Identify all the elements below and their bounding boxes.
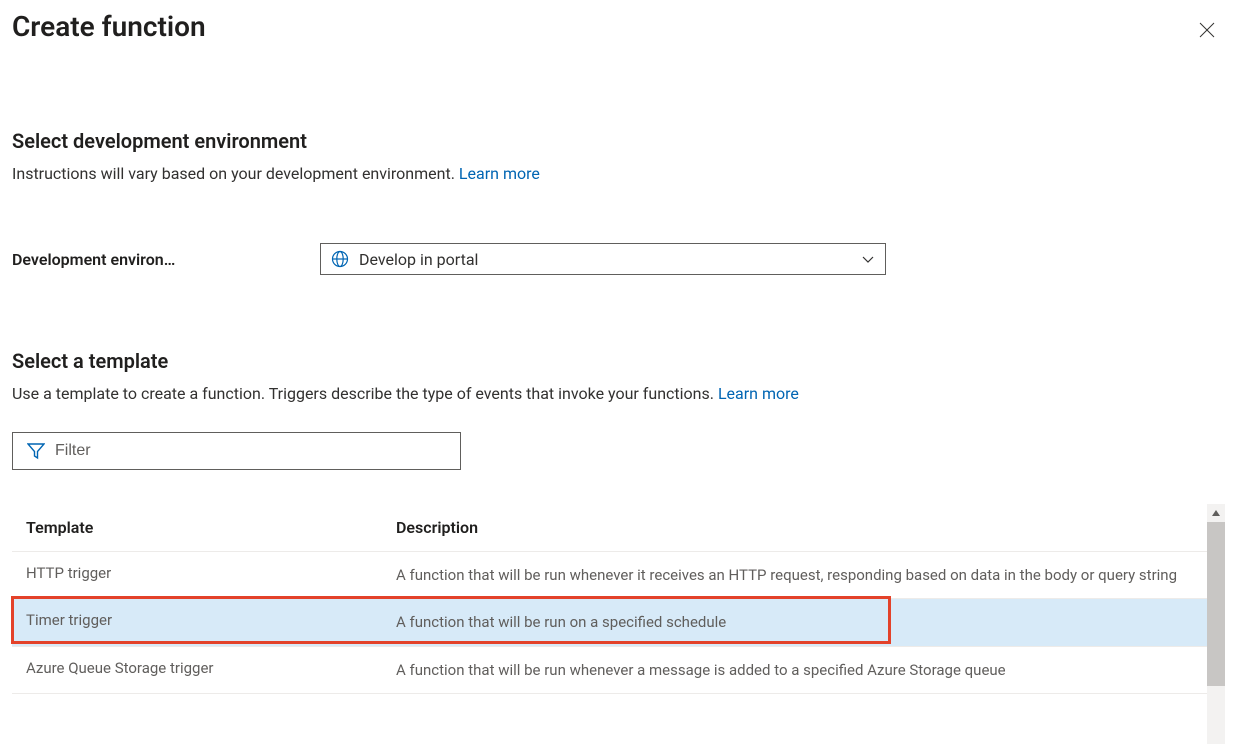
template-learn-more-link[interactable]: Learn more [718, 384, 799, 403]
dev-env-dropdown[interactable]: Develop in portal [320, 243, 886, 275]
dev-env-selected-value: Develop in portal [359, 250, 861, 269]
env-instruction-text: Instructions will vary based on your dev… [12, 164, 459, 183]
template-name: Timer trigger [26, 611, 396, 634]
page-title: Create function [12, 10, 206, 43]
template-section-heading: Select a template [12, 349, 1225, 373]
table-header-row: Template Description [12, 504, 1207, 552]
filter-box[interactable] [12, 432, 461, 470]
filter-icon [27, 442, 45, 460]
env-instruction: Instructions will vary based on your dev… [12, 163, 1225, 185]
triangle-up-icon [1211, 508, 1221, 518]
template-description: A function that will be run on a specifi… [396, 611, 1193, 634]
template-name: Azure Queue Storage trigger [26, 659, 396, 682]
template-table: Template Description HTTP triggerA funct… [12, 504, 1207, 695]
globe-icon [331, 250, 349, 268]
table-header-description[interactable]: Description [396, 518, 1193, 537]
template-description: A function that will be run whenever a m… [396, 659, 1193, 682]
template-instruction: Use a template to create a function. Tri… [12, 383, 1225, 405]
env-learn-more-link[interactable]: Learn more [459, 164, 540, 183]
template-instruction-text: Use a template to create a function. Tri… [12, 384, 718, 403]
filter-input[interactable] [55, 442, 446, 460]
table-row[interactable]: HTTP triggerA function that will be run … [12, 552, 1207, 600]
table-row[interactable]: Azure Queue Storage triggerA function th… [12, 647, 1207, 695]
chevron-down-icon [861, 252, 875, 266]
scrollbar[interactable] [1207, 504, 1225, 744]
close-icon [1199, 22, 1215, 38]
template-name: HTTP trigger [26, 564, 396, 587]
table-header-template[interactable]: Template [26, 518, 396, 537]
close-button[interactable] [1193, 16, 1221, 44]
env-section-heading: Select development environment [12, 129, 1225, 153]
template-description: A function that will be run whenever it … [396, 564, 1193, 587]
dev-env-label: Development environ… [12, 250, 320, 269]
scrollbar-thumb[interactable] [1207, 522, 1225, 686]
scrollbar-up-arrow[interactable] [1207, 504, 1225, 522]
table-row[interactable]: Timer triggerA function that will be run… [12, 599, 1207, 647]
